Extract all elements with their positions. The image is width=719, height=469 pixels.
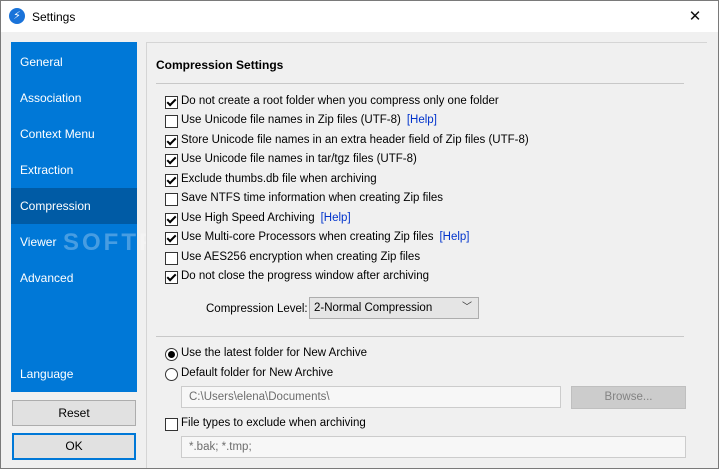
checkbox[interactable] bbox=[165, 252, 178, 265]
window-title: Settings bbox=[32, 10, 76, 24]
help-link[interactable]: [Help] bbox=[321, 212, 351, 224]
option-label: Use AES256 encryption when creating Zip … bbox=[181, 251, 421, 263]
checkbox[interactable] bbox=[165, 418, 178, 431]
title-bar: ⚡ Settings ✕ bbox=[1, 1, 718, 32]
checkbox[interactable] bbox=[165, 154, 178, 167]
chevron-down-icon: ﹀ bbox=[462, 302, 472, 313]
sidebar-item-advanced[interactable]: Advanced bbox=[11, 260, 137, 296]
close-icon: ✕ bbox=[688, 8, 702, 25]
sidebar-item-association[interactable]: Association bbox=[11, 80, 137, 116]
checkbox[interactable] bbox=[165, 96, 178, 109]
option-label: Use Unicode file names in Zip files (UTF… bbox=[181, 114, 401, 126]
option-label: Store Unicode file names in an extra hea… bbox=[181, 134, 529, 146]
checkbox[interactable] bbox=[165, 193, 178, 206]
help-link[interactable]: [Help] bbox=[439, 231, 469, 243]
radio-button[interactable] bbox=[165, 348, 178, 361]
sidebar: General Association Context Menu Extract… bbox=[11, 42, 174, 392]
option-label: Use High Speed Archiving bbox=[181, 212, 315, 224]
help-link[interactable]: [Help] bbox=[407, 114, 437, 126]
compression-level-label: Compression Level: bbox=[206, 303, 308, 315]
section-title: Compression Settings bbox=[156, 58, 284, 72]
option-label: Do not close the progress window after a… bbox=[181, 270, 430, 282]
checkbox[interactable] bbox=[165, 213, 178, 226]
radio-button[interactable] bbox=[165, 368, 178, 381]
browse-button[interactable]: Browse... bbox=[571, 386, 686, 409]
sidebar-item-context-menu[interactable]: Context Menu bbox=[11, 116, 137, 152]
option-label: Use Multi-core Processors when creating … bbox=[181, 231, 434, 243]
sidebar-item-viewer[interactable]: Viewer bbox=[11, 224, 137, 260]
sidebar-item-language[interactable]: Language bbox=[11, 356, 137, 392]
close-button[interactable]: ✕ bbox=[672, 1, 718, 32]
option-label: File types to exclude when archiving bbox=[181, 417, 366, 429]
divider bbox=[156, 336, 684, 337]
compression-panel: Compression Settings Do not create a roo… bbox=[146, 42, 707, 468]
app-logo-icon: ⚡ bbox=[9, 8, 25, 24]
ok-button[interactable]: OK bbox=[12, 433, 136, 460]
checkbox[interactable] bbox=[165, 232, 178, 245]
radio-label: Default folder for New Archive bbox=[181, 367, 334, 379]
default-folder-input[interactable]: C:\Users\elena\Documents\ bbox=[181, 386, 561, 408]
option-label: Save NTFS time information when creating… bbox=[181, 192, 444, 204]
option-label: Do not create a root folder when you com… bbox=[181, 95, 499, 107]
checkbox[interactable] bbox=[165, 135, 178, 148]
reset-button[interactable]: Reset bbox=[12, 400, 136, 426]
settings-window: ⚡ Settings ✕ General Association Context… bbox=[0, 0, 719, 469]
sidebar-item-compression[interactable]: Compression bbox=[11, 188, 137, 224]
divider bbox=[156, 83, 684, 84]
checkbox[interactable] bbox=[165, 271, 178, 284]
option-label: Use Unicode file names in tar/tgz files … bbox=[181, 153, 417, 165]
compression-level-select[interactable]: 2-Normal Compression ﹀ bbox=[309, 297, 479, 319]
sidebar-item-general[interactable]: General bbox=[11, 44, 137, 80]
radio-label: Use the latest folder for New Archive bbox=[181, 347, 367, 359]
checkbox[interactable] bbox=[165, 174, 178, 187]
checkbox[interactable] bbox=[165, 115, 178, 128]
exclude-types-input[interactable]: *.bak; *.tmp; bbox=[181, 436, 686, 458]
sidebar-item-extraction[interactable]: Extraction bbox=[11, 152, 137, 188]
compression-level-value: 2-Normal Compression bbox=[314, 302, 433, 314]
option-label: Exclude thumbs.db file when archiving bbox=[181, 173, 377, 185]
